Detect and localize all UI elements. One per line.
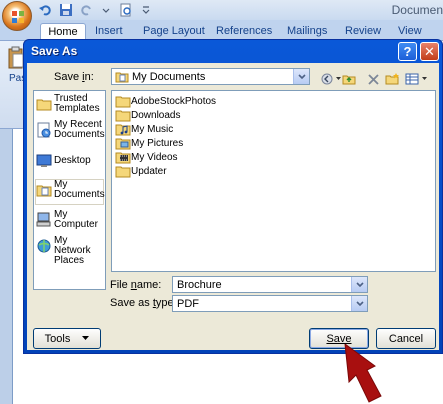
file-name: Updater (131, 165, 167, 177)
customize-toolbar-icon[interactable] (138, 2, 154, 18)
place-label-line2: Documents (54, 129, 105, 140)
list-item[interactable]: AdobeStockPhotos (115, 94, 216, 108)
save-as-type-select[interactable]: PDF (172, 295, 368, 312)
office-button[interactable] (2, 1, 32, 31)
place-label-line2: Documents (54, 189, 105, 200)
my-documents-icon (115, 72, 129, 83)
videos-folder-icon (115, 152, 131, 164)
views-button[interactable] (405, 71, 428, 87)
chevron-down-icon[interactable] (98, 2, 114, 18)
new-folder-button[interactable] (385, 71, 400, 87)
cancel-label: Cancel (388, 332, 424, 345)
list-item[interactable]: Downloads (115, 108, 180, 122)
save-as-dialog: Save As ? ✕ Save in: My Documents Truste… (23, 39, 443, 354)
pointer-arrow-icon (344, 344, 382, 403)
back-button[interactable] (321, 71, 342, 87)
place-label-line2: Computer (54, 219, 98, 230)
desktop-icon (36, 154, 52, 167)
list-item[interactable]: My Pictures (115, 136, 183, 150)
chevron-down-icon (422, 77, 427, 80)
tools-button[interactable]: Tools (33, 328, 101, 349)
place-trusted-templates[interactable]: Trusted Templates (36, 94, 103, 114)
delete-icon (368, 73, 379, 85)
file-name: My Pictures (131, 137, 184, 149)
folder-icon (36, 99, 52, 111)
list-item[interactable]: My Videos (115, 150, 178, 164)
word-title-bar: Documen (0, 0, 443, 20)
place-my-documents[interactable]: My Documents (35, 179, 105, 205)
place-my-network-places[interactable]: My Network Places (36, 236, 103, 266)
file-name: Downloads (131, 109, 181, 121)
file-name-input[interactable]: Brochure (172, 276, 368, 293)
places-bar: Trusted Templates My Recent Documents Desk… (33, 90, 106, 290)
place-label-line1: Desktop (54, 155, 91, 166)
print-preview-icon[interactable] (118, 2, 134, 18)
file-name-label: File name: (110, 279, 162, 291)
up-folder-icon (342, 75, 356, 85)
delete-button[interactable] (368, 71, 379, 87)
new-folder-icon (385, 73, 399, 85)
help-button[interactable]: ? (398, 42, 417, 61)
save-in-value: My Documents (132, 71, 206, 83)
pictures-folder-icon (115, 138, 131, 150)
file-list[interactable]: AdobeStockPhotos Downloads My Music My P… (111, 90, 436, 272)
place-label-line1: My Network (54, 235, 91, 256)
dialog-title-bar[interactable]: Save As ? ✕ (24, 40, 442, 62)
folder-icon (115, 96, 131, 108)
dialog-title: Save As (31, 44, 78, 58)
up-one-level-button[interactable] (342, 71, 356, 87)
folder-icon (115, 110, 131, 122)
save-label: Save (326, 332, 352, 345)
dialog-body: Save in: My Documents Trusted Templates … (27, 63, 439, 350)
recent-documents-icon (37, 122, 51, 138)
place-my-recent-documents[interactable]: My Recent Documents (36, 120, 105, 140)
chevron-down-icon (82, 336, 90, 340)
folder-icon (115, 166, 131, 178)
clipboard-icon[interactable] (8, 46, 24, 70)
redo-icon[interactable] (78, 2, 94, 18)
tools-label: Tools (44, 332, 71, 345)
file-name-value: Brochure (177, 279, 222, 291)
quick-access-toolbar (38, 2, 154, 18)
save-as-type-value: PDF (177, 298, 199, 310)
undo-icon[interactable] (38, 2, 54, 18)
save-icon[interactable] (58, 2, 74, 18)
file-name: My Videos (131, 151, 178, 163)
place-label-line2: Templates (54, 103, 100, 114)
document-margin (0, 129, 12, 404)
ribbon-tab-strip: Home Insert Page Layout References Maili… (0, 20, 443, 41)
chevron-down-icon[interactable] (293, 69, 309, 84)
place-my-computer[interactable]: My Computer (36, 210, 103, 230)
chevron-down-icon[interactable] (351, 296, 367, 311)
place-label-line2: Places (54, 255, 85, 266)
chevron-down-icon[interactable] (351, 277, 367, 292)
my-documents-icon (36, 185, 52, 197)
back-arrow-icon (321, 73, 333, 85)
document-title: Documen (391, 3, 443, 17)
music-folder-icon (115, 124, 131, 136)
office-logo-icon (12, 11, 24, 23)
file-name: AdobeStockPhotos (131, 95, 217, 107)
computer-icon (36, 212, 51, 227)
chevron-down-icon (336, 77, 341, 80)
place-desktop[interactable]: Desktop (36, 151, 103, 169)
close-button[interactable]: ✕ (420, 42, 439, 61)
save-in-label: Save in: (54, 71, 94, 83)
save-in-combo[interactable]: My Documents (111, 68, 310, 85)
list-item[interactable]: My Music (115, 122, 173, 136)
network-icon (37, 239, 51, 253)
file-name: My Music (131, 123, 174, 135)
list-item[interactable]: Updater (115, 164, 167, 178)
views-icon (405, 73, 419, 85)
save-as-type-label: Save as type: (110, 297, 177, 309)
